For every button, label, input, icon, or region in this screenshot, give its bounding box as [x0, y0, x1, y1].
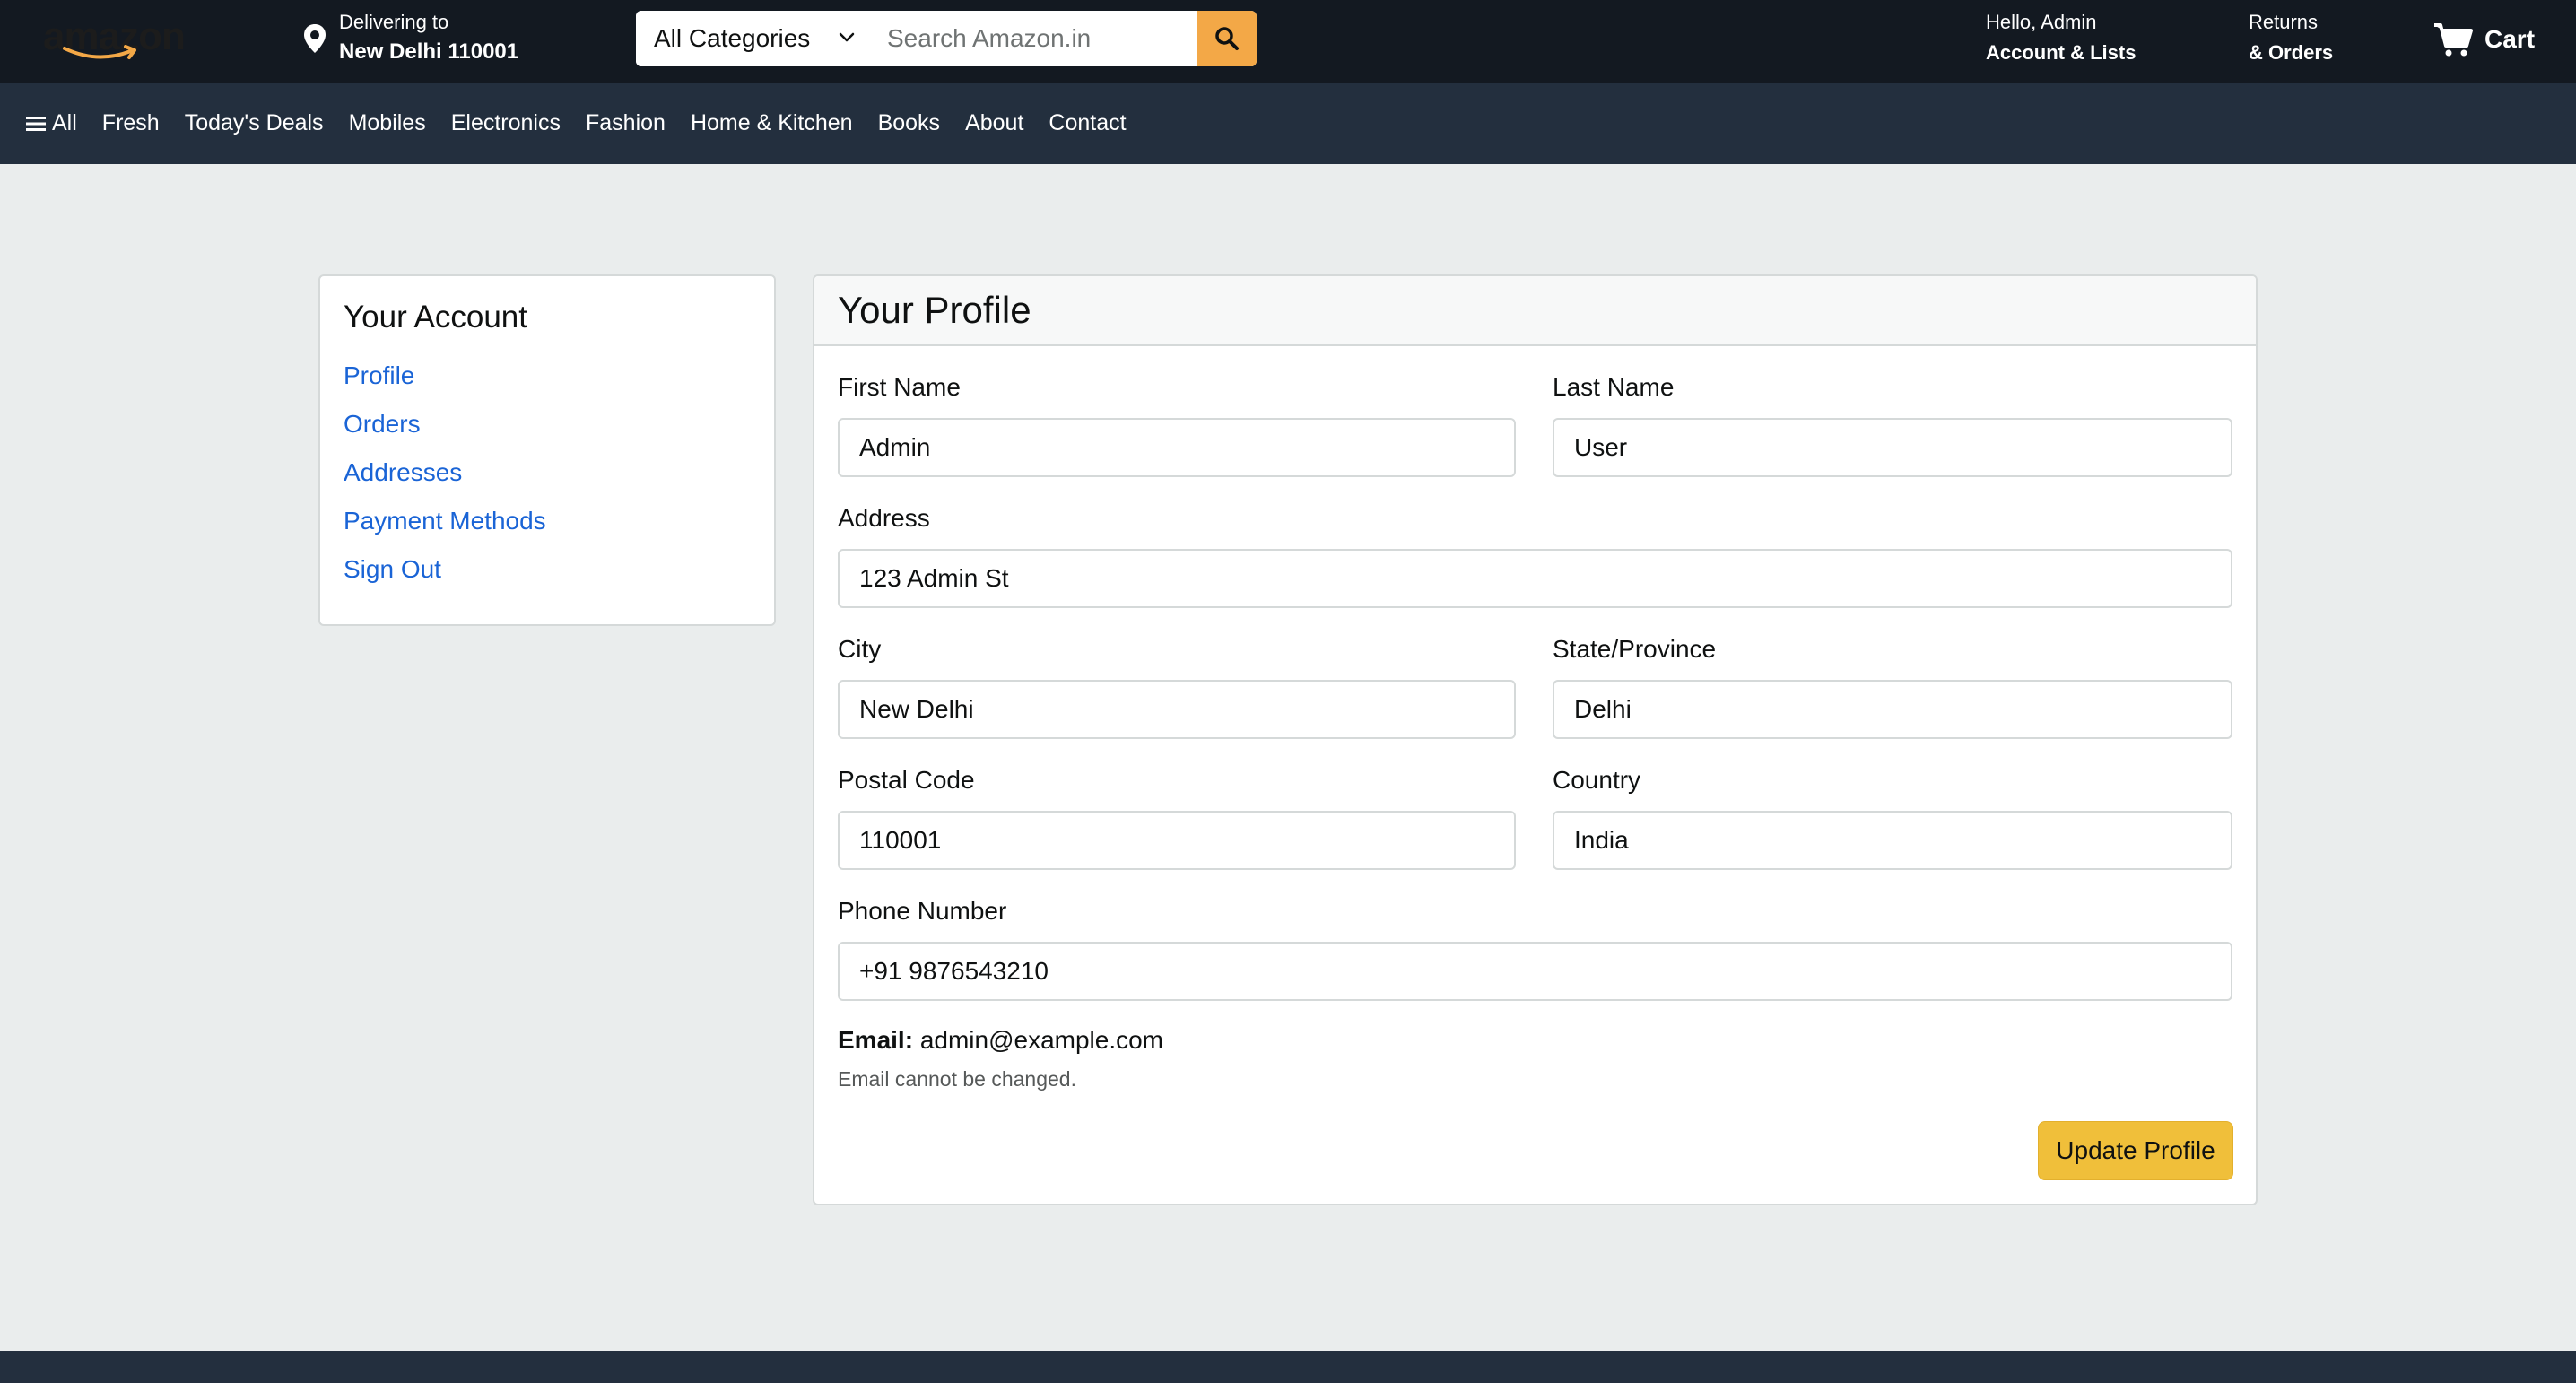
sidebar-link-sign-out[interactable]: Sign Out	[344, 545, 546, 594]
profile-card-header: Your Profile	[814, 276, 2256, 346]
nav-item-contact[interactable]: Contact	[1049, 110, 1126, 136]
logo-smile-icon	[63, 45, 136, 59]
nav-item-mobiles[interactable]: Mobiles	[349, 110, 426, 136]
sidebar-link-payment-methods[interactable]: Payment Methods	[344, 497, 546, 545]
last-name-field[interactable]	[1553, 418, 2232, 477]
nav-item-label: All	[52, 110, 77, 135]
city-field[interactable]	[838, 680, 1516, 739]
address-label: Address	[838, 504, 930, 532]
nav-bar: All Fresh Today's Deals Mobiles Electron…	[0, 83, 2576, 164]
postal-code-field[interactable]	[838, 811, 1516, 870]
first-name-label: First Name	[838, 373, 961, 401]
deliver-location: New Delhi 110001	[339, 39, 519, 64]
cart-icon	[2434, 23, 2473, 57]
hamburger-menu-icon	[26, 116, 46, 131]
location-pin-icon	[304, 24, 326, 53]
category-select[interactable]: All Categories	[636, 11, 878, 66]
footer	[0, 1351, 2576, 1383]
deliver-label: Delivering to	[339, 11, 449, 33]
account-lists-label: Account & Lists	[1986, 41, 2137, 64]
nav-item-electronics[interactable]: Electronics	[451, 110, 561, 136]
city-label: City	[838, 635, 882, 663]
country-label: Country	[1553, 766, 1641, 794]
email-value: admin@example.com	[919, 1026, 1164, 1054]
amazon-logo[interactable]: amazon	[43, 13, 196, 66]
state-field[interactable]	[1553, 680, 2232, 739]
cart-label: Cart	[2485, 25, 2536, 53]
sidebar-link-orders[interactable]: Orders	[344, 400, 546, 448]
returns-orders-link[interactable]: Returns & Orders	[2249, 11, 2333, 65]
account-sidebar: Your Account Profile Orders Addresses Pa…	[318, 274, 776, 626]
orders-label: & Orders	[2249, 41, 2334, 64]
chevron-down-icon	[839, 32, 855, 42]
page-title: Your Profile	[838, 289, 1031, 331]
sidebar-link-addresses[interactable]: Addresses	[344, 448, 546, 497]
cart-button[interactable]: Cart	[2432, 18, 2535, 61]
search-icon	[1215, 27, 1239, 50]
nav-item-about[interactable]: About	[965, 110, 1023, 136]
nav-item-home-kitchen[interactable]: Home & Kitchen	[691, 110, 853, 136]
nav-item-fashion[interactable]: Fashion	[586, 110, 666, 136]
top-header: amazon Delivering to New Delhi 110001 Al…	[0, 0, 2576, 83]
nav-item-fresh[interactable]: Fresh	[102, 110, 160, 136]
last-name-label: Last Name	[1553, 373, 1675, 401]
nav-item-todays-deals[interactable]: Today's Deals	[185, 110, 324, 136]
state-label: State/Province	[1553, 635, 1717, 663]
nav-item-all[interactable]: All	[25, 110, 77, 136]
category-select-value: All Categories	[654, 24, 811, 52]
email-display: Email: admin@example.com	[838, 1026, 1163, 1055]
sidebar-link-profile[interactable]: Profile	[344, 352, 546, 400]
postal-code-label: Postal Code	[838, 766, 975, 794]
account-greeting: Hello, Admin	[1986, 11, 2097, 33]
profile-card: Your Profile First Name Last Name Addres…	[813, 274, 2258, 1205]
search-input[interactable]	[878, 11, 1197, 66]
returns-label: Returns	[2249, 11, 2319, 33]
phone-field[interactable]	[838, 942, 2232, 1001]
country-field[interactable]	[1553, 811, 2232, 870]
account-menu[interactable]: Hello, Admin Account & Lists	[1986, 11, 2136, 65]
nav-item-books[interactable]: Books	[878, 110, 940, 136]
address-field[interactable]	[838, 549, 2232, 608]
phone-label: Phone Number	[838, 897, 1007, 925]
email-label: Email:	[838, 1026, 914, 1054]
email-note: Email cannot be changed.	[838, 1067, 1076, 1091]
first-name-field[interactable]	[838, 418, 1516, 477]
search-button[interactable]	[1197, 11, 1257, 66]
update-profile-button[interactable]: Update Profile	[2038, 1121, 2233, 1180]
sidebar-title: Your Account	[344, 300, 527, 335]
search-bar: All Categories	[636, 11, 1257, 66]
